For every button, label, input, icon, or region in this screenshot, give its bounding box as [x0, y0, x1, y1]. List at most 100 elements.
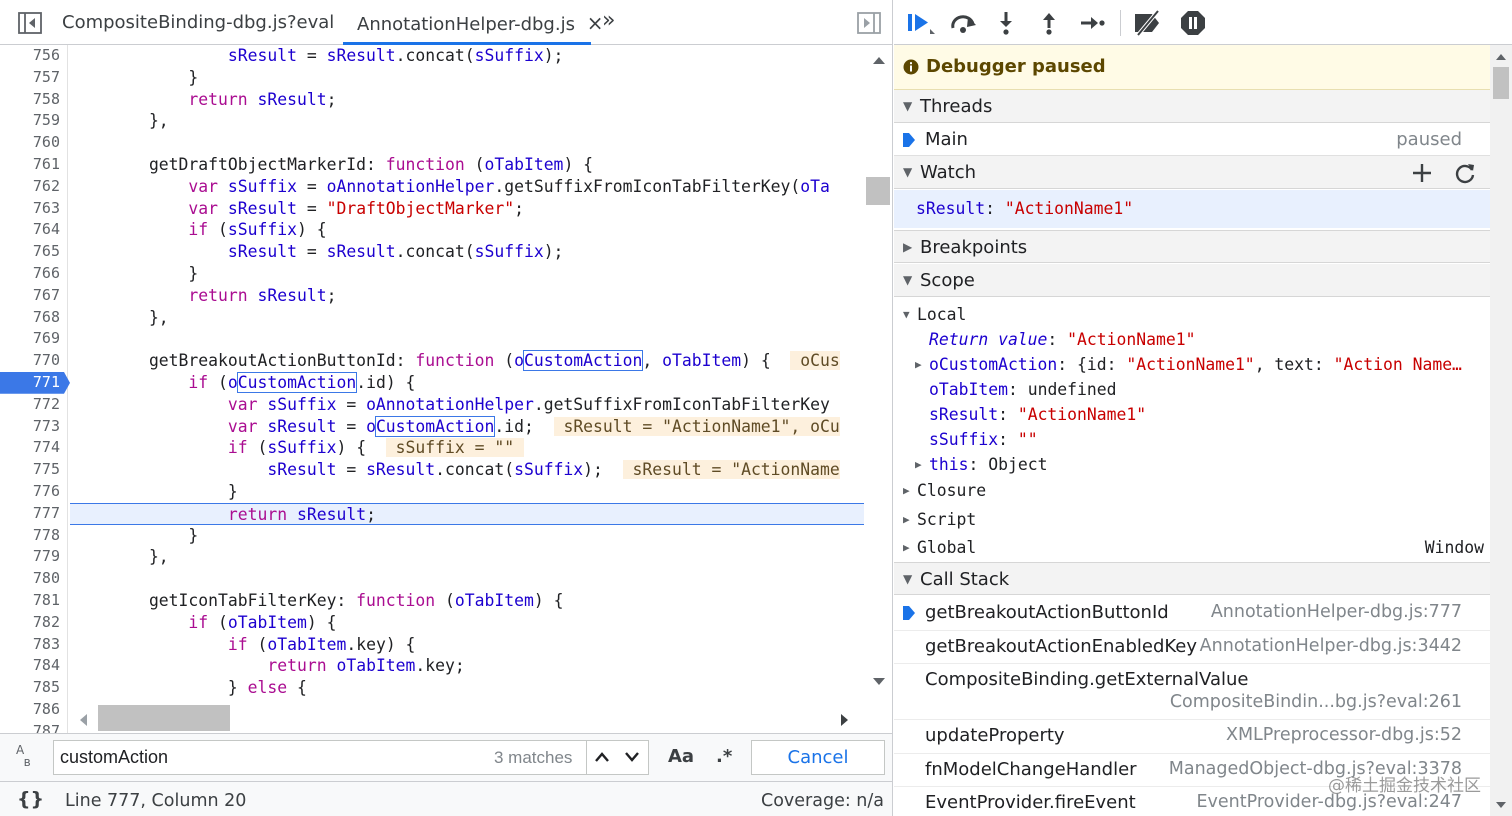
scope-this[interactable]: ▶ this: Object: [894, 452, 1490, 477]
scope-variable[interactable]: ▶ oCustomAction: {id: "ActionName1", text…: [894, 352, 1490, 377]
horizontal-scrollbar[interactable]: [70, 705, 864, 733]
call-frame[interactable]: getBreakoutActionEnabledKey AnnotationHel…: [894, 631, 1490, 664]
scope-variable[interactable]: sSuffix: "": [894, 427, 1490, 452]
code-line[interactable]: },: [70, 110, 864, 132]
line-number[interactable]: 778: [0, 525, 64, 547]
code-line[interactable]: },: [70, 307, 864, 329]
code-line[interactable]: getDraftObjectMarkerId: function (oTabIt…: [70, 154, 864, 176]
line-number[interactable]: 785: [0, 677, 64, 699]
line-number[interactable]: 776: [0, 481, 64, 503]
line-number[interactable]: 769: [0, 328, 64, 350]
scrollbar-thumb[interactable]: [866, 177, 890, 205]
line-number-gutter[interactable]: 756 757 758 759 760 761 762 763 764 765 766 767 768 7…: [0, 45, 70, 733]
call-frame[interactable]: updateProperty XMLPreprocessor-dbg.js:52: [894, 720, 1490, 754]
code-line[interactable]: if (oTabItem.key) {: [70, 634, 864, 656]
code-line[interactable]: return oTabItem.key;: [70, 655, 864, 677]
line-number[interactable]: 773: [0, 416, 64, 438]
add-watch-icon[interactable]: [1412, 163, 1432, 183]
line-number[interactable]: 756: [0, 45, 64, 67]
watch-expression[interactable]: sResult: "ActionName1": [894, 190, 1490, 228]
close-tab-icon[interactable]: ×: [587, 11, 604, 35]
line-number[interactable]: 774: [0, 437, 64, 459]
line-number[interactable]: 783: [0, 634, 64, 656]
code-line[interactable]: var sResult = oCustomAction.id; sResult …: [70, 415, 864, 438]
resume-icon[interactable]: [906, 11, 936, 37]
code-editor[interactable]: 756 757 758 759 760 761 762 763 764 765 766 767 768 7…: [0, 45, 892, 733]
code-line[interactable]: }: [70, 525, 864, 547]
vertical-scrollbar[interactable]: [864, 45, 892, 705]
code-line[interactable]: }: [70, 263, 864, 285]
pause-on-exceptions-icon[interactable]: [1180, 10, 1206, 36]
line-number[interactable]: 786: [0, 699, 64, 721]
frame-location[interactable]: AnnotationHelper-dbg.js:3442: [1200, 636, 1462, 656]
more-tabs-icon[interactable]: »: [602, 0, 615, 45]
refresh-watch-icon[interactable]: [1454, 162, 1476, 184]
next-match-icon[interactable]: [624, 751, 640, 763]
cancel-search-button[interactable]: Cancel: [751, 740, 885, 775]
scope-global[interactable]: ▶ Global Window: [894, 535, 1490, 560]
breakpoints-section-header[interactable]: ▶ Breakpoints: [894, 230, 1490, 263]
tab-composite-binding[interactable]: CompositeBinding-dbg.js?eval: [62, 0, 334, 45]
code-line[interactable]: },: [70, 546, 864, 568]
line-number[interactable]: 777: [0, 503, 64, 525]
step-over-icon[interactable]: [949, 12, 979, 34]
call-frame[interactable]: CompositeBinding.getExternalValue Composi…: [894, 664, 1490, 720]
line-number[interactable]: 767: [0, 285, 64, 307]
code-area[interactable]: sResult = sResult.concat(sSuffix); } ret…: [70, 45, 864, 705]
thread-main[interactable]: Main paused: [894, 124, 1490, 156]
callstack-section-header[interactable]: ▼ Call Stack: [894, 562, 1490, 595]
line-number[interactable]: 761: [0, 154, 64, 176]
code-line[interactable]: return sResult;: [70, 89, 864, 111]
scope-variable[interactable]: Return value: "ActionName1": [894, 327, 1490, 352]
line-number[interactable]: 772: [0, 394, 64, 416]
coverage-status[interactable]: Coverage: n/a: [761, 791, 884, 811]
code-line[interactable]: [70, 328, 864, 350]
watch-section-header[interactable]: ▼ Watch: [894, 156, 1490, 189]
line-number[interactable]: 787: [0, 721, 64, 733]
step-icon[interactable]: [1079, 13, 1105, 33]
deactivate-breakpoints-icon[interactable]: [1132, 10, 1164, 36]
line-number[interactable]: 781: [0, 590, 64, 612]
scope-variable[interactable]: oTabItem: undefined: [894, 377, 1490, 402]
scroll-left-icon[interactable]: [78, 713, 88, 727]
tab-annotation-helper[interactable]: AnnotationHelper-dbg.js ×: [343, 0, 603, 45]
code-line[interactable]: var sResult = "DraftObjectMarker";: [70, 198, 864, 220]
scroll-up-icon[interactable]: [872, 55, 886, 65]
current-execution-line[interactable]: return sResult;: [70, 502, 864, 525]
code-line[interactable]: if (sSuffix) { sSuffix = "": [70, 437, 864, 459]
code-line[interactable]: if (oCustomAction.id) {: [70, 372, 864, 394]
line-number[interactable]: 760: [0, 132, 64, 154]
scrollbar-thumb[interactable]: [1493, 67, 1509, 99]
scope-closure[interactable]: ▶ Closure: [894, 478, 1490, 503]
code-line[interactable]: }: [70, 67, 864, 89]
scope-section-header[interactable]: ▼ Scope: [894, 264, 1490, 297]
code-line[interactable]: getIconTabFilterKey: function (oTabItem)…: [70, 590, 864, 612]
code-line[interactable]: [70, 132, 864, 154]
threads-section-header[interactable]: ▼ Threads: [894, 90, 1490, 123]
code-line[interactable]: return sResult;: [70, 285, 864, 307]
scroll-down-icon[interactable]: [1495, 801, 1507, 809]
match-case-button[interactable]: Aa: [668, 746, 694, 767]
code-line[interactable]: [70, 568, 864, 590]
regex-button[interactable]: .*: [716, 746, 732, 767]
toggle-navigator-icon[interactable]: [18, 12, 42, 34]
line-number[interactable]: 759: [0, 110, 64, 132]
line-number[interactable]: 757: [0, 67, 64, 89]
line-number[interactable]: 766: [0, 263, 64, 285]
code-line[interactable]: if (oTabItem) {: [70, 612, 864, 634]
previous-match-icon[interactable]: [594, 751, 610, 763]
code-line[interactable]: getBreakoutActionButtonId: function (oCu…: [70, 350, 864, 372]
line-number[interactable]: 784: [0, 655, 64, 677]
scope-local[interactable]: ▼ Local: [894, 302, 1490, 327]
line-number[interactable]: 780: [0, 568, 64, 590]
code-line[interactable]: sResult = sResult.concat(sSuffix);: [70, 241, 864, 263]
scroll-down-icon[interactable]: [872, 677, 886, 687]
search-input[interactable]: [60, 745, 480, 770]
line-number[interactable]: 765: [0, 241, 64, 263]
frame-location[interactable]: AnnotationHelper-dbg.js:777: [1211, 602, 1462, 622]
line-number[interactable]: 770: [0, 350, 64, 372]
sidebar-scrollbar[interactable]: [1490, 45, 1512, 816]
line-number[interactable]: 763: [0, 198, 64, 220]
hscrollbar-thumb[interactable]: [98, 705, 230, 731]
replace-toggle-icon[interactable]: A ʙ: [16, 744, 42, 770]
